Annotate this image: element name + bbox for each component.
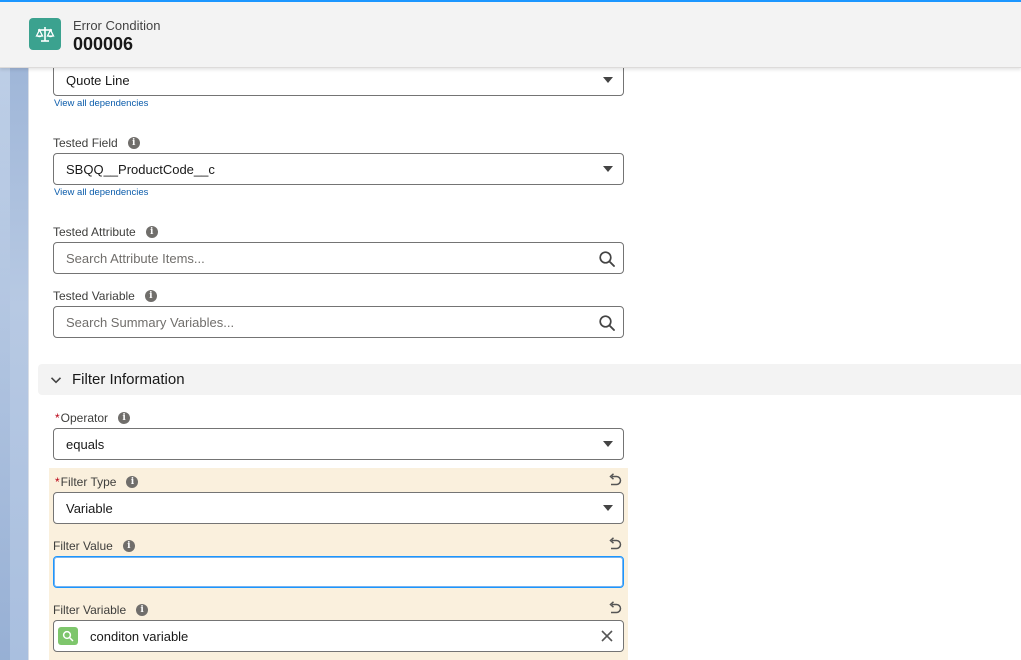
info-icon[interactable]: i (122, 540, 135, 552)
info-icon[interactable]: i (126, 476, 139, 488)
tested-field-label-text: Tested Field (53, 136, 118, 150)
tested-object-value: Quote Line (66, 72, 130, 88)
filter-information-section-toggle[interactable]: Filter Information (38, 364, 1021, 395)
view-dependencies-link-object[interactable]: View all dependencies (54, 98, 148, 109)
tested-field-label: Tested Field i (53, 135, 140, 151)
filter-type-picklist[interactable]: Variable (53, 492, 624, 524)
view-dependencies-link-field[interactable]: View all dependencies (54, 187, 148, 198)
tested-field-picklist[interactable]: SBQQ__ProductCode__c (53, 153, 624, 185)
chevron-down-icon (603, 77, 613, 83)
filter-value-label: Filter Value i (53, 538, 135, 554)
undo-icon[interactable] (608, 473, 622, 487)
tested-field-value: SBQQ__ProductCode__c (66, 161, 215, 177)
info-icon[interactable]: i (118, 412, 131, 424)
search-icon (599, 251, 615, 267)
undo-icon[interactable] (608, 601, 622, 615)
chevron-down-icon (603, 441, 613, 447)
background-glow (0, 68, 10, 660)
record-header: Error Condition 000006 (0, 0, 1021, 68)
chevron-down-icon (50, 376, 62, 383)
info-icon[interactable]: i (136, 604, 149, 616)
tested-attribute-search-input[interactable]: Search Attribute Items... (53, 242, 624, 274)
operator-label: *Operator i (55, 410, 131, 426)
summary-variable-icon (58, 627, 78, 645)
operator-picklist[interactable]: equals (53, 428, 624, 460)
required-mark: * (55, 411, 60, 425)
tested-variable-search-input[interactable]: Search Summary Variables... (53, 306, 624, 338)
operator-value: equals (66, 436, 105, 452)
tested-object-picklist[interactable]: Quote Line (53, 64, 624, 96)
section-title: Filter Information (72, 371, 185, 388)
tested-attribute-placeholder: Search Attribute Items... (66, 250, 205, 266)
filter-value-input[interactable] (53, 556, 624, 588)
tested-attribute-label-text: Tested Attribute (53, 225, 136, 239)
tested-variable-label-text: Tested Variable (53, 289, 135, 303)
filter-type-value: Variable (66, 500, 113, 516)
info-icon[interactable]: i (145, 226, 158, 238)
filter-variable-label: Filter Variable i (53, 602, 149, 618)
info-icon[interactable]: i (144, 290, 157, 302)
filter-variable-lookup[interactable]: conditon variable (53, 620, 624, 652)
filter-value-label-text: Filter Value (53, 539, 113, 553)
filter-type-label-text: Filter Type (60, 475, 117, 489)
background-edge (0, 68, 28, 660)
tested-variable-placeholder: Search Summary Variables... (66, 314, 235, 330)
search-icon (599, 315, 615, 331)
chevron-down-icon (603, 166, 613, 172)
operator-label-text: Operator (60, 411, 109, 425)
object-type-label: Error Condition (73, 18, 161, 33)
filter-type-label: *Filter Type i (55, 474, 139, 490)
chevron-down-icon (603, 505, 613, 511)
required-mark: * (55, 475, 60, 489)
filter-variable-value: conditon variable (90, 628, 189, 644)
info-icon[interactable]: i (127, 137, 140, 149)
scales-icon (29, 18, 61, 50)
close-icon[interactable] (600, 629, 614, 643)
filter-variable-label-text: Filter Variable (53, 603, 127, 617)
tested-variable-label: Tested Variable i (53, 288, 157, 304)
undo-icon[interactable] (608, 537, 622, 551)
record-name: 000006 (73, 34, 134, 54)
tested-attribute-label: Tested Attribute i (53, 224, 158, 240)
